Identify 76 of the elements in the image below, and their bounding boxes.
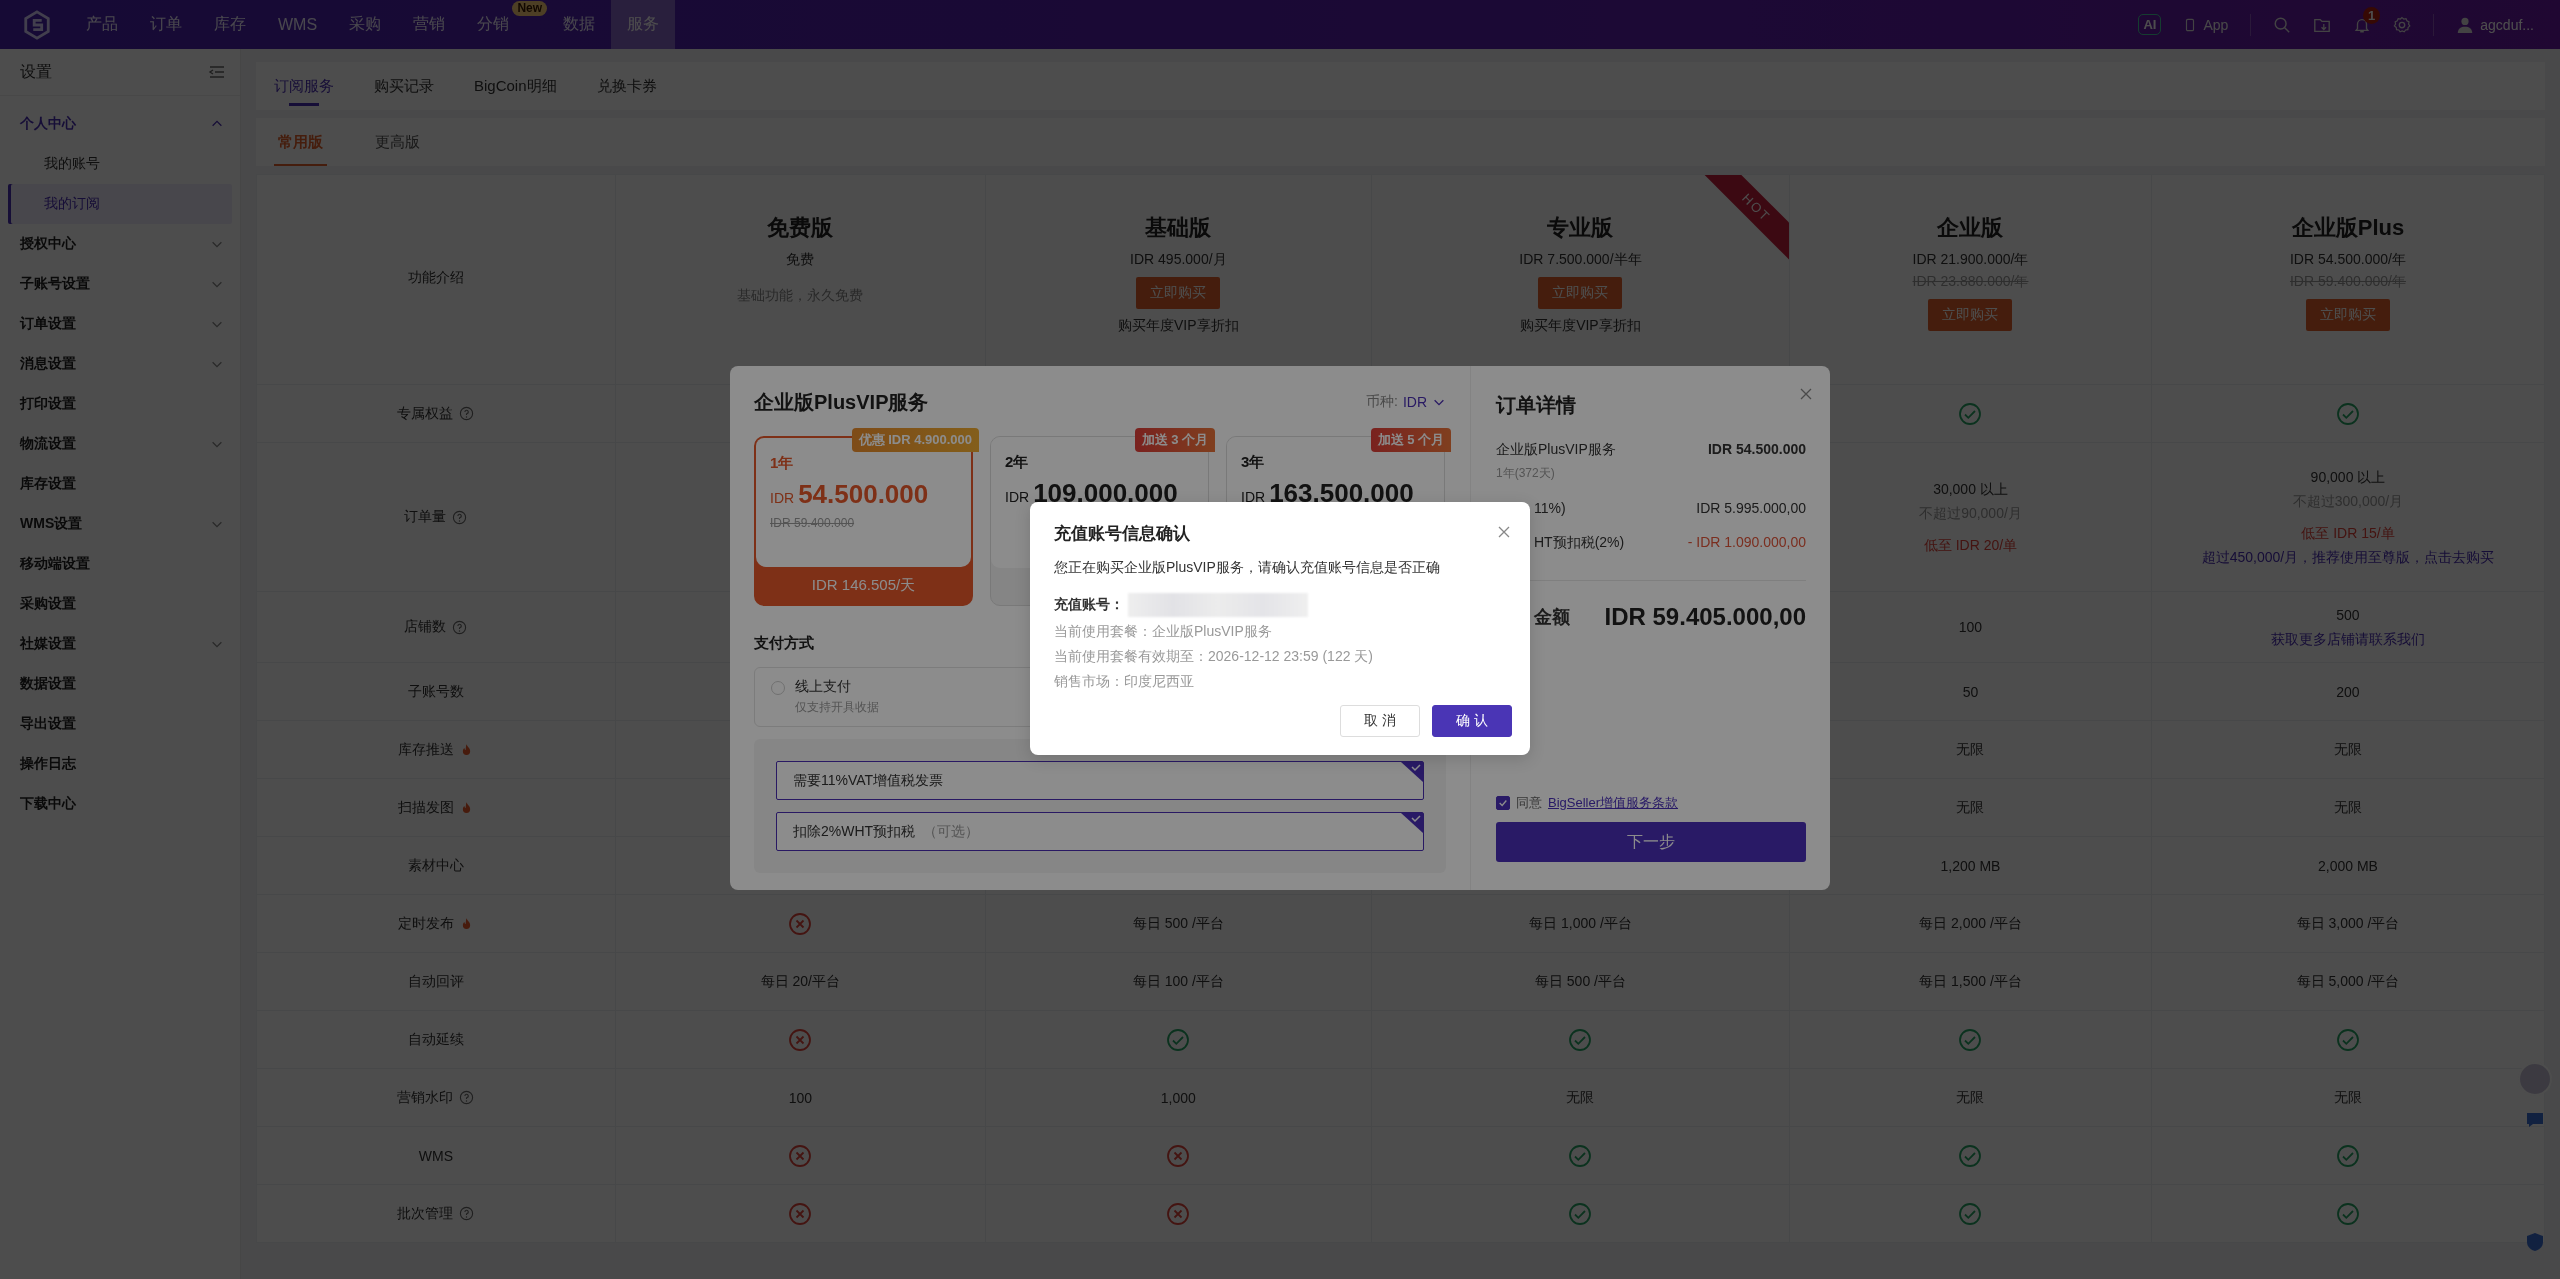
- plan-name: 企业版Plus: [2291, 214, 2405, 242]
- line-label: HT预扣税(2%): [1534, 534, 1625, 552]
- plan-price: IDR 109.000.000: [1005, 478, 1179, 509]
- row-label: 扫描发图: [398, 798, 455, 817]
- row-label: 批次管理: [397, 1204, 454, 1223]
- detail-text: 当前使用套餐有效期至：2026-12-12 23:59 (122 天): [1054, 647, 1374, 666]
- promo-tag: 加送 3 个月: [1134, 428, 1215, 452]
- plan-price: IDR 21.900.000/年: [1912, 251, 2029, 269]
- section-title: 支付方式: [754, 634, 815, 653]
- promo-tag: 加送 5 个月: [1370, 428, 1451, 452]
- plan-price: IDR 54.500.000/年: [2289, 251, 2406, 269]
- cell-value: 100: [1958, 619, 1983, 635]
- old-price: IDR 59.400.000: [770, 516, 856, 530]
- plan-name: 专业版: [1547, 214, 1614, 242]
- plan-price: IDR 7.500.000/半年: [1519, 251, 1642, 269]
- total-label: 金额: [1534, 606, 1570, 629]
- cell-value: 每日 2,000 /平台: [1919, 914, 2022, 933]
- line-label: 企业版PlusVIP服务: [1496, 441, 1616, 459]
- cell-value: 2,000 MB: [2318, 857, 2378, 874]
- plan-name: 免费版: [767, 214, 834, 242]
- cell-value: 每日 1,000 /平台: [1529, 914, 1632, 933]
- plan-price: 免费: [786, 251, 815, 269]
- cell-value: 每日 1,500 /平台: [1919, 972, 2022, 991]
- cell-value: 1,200 MB: [1940, 857, 2001, 874]
- row-label: 自动延续: [407, 1030, 464, 1049]
- cell-value: 每日 20/平台: [760, 972, 840, 991]
- detail-text: 当前使用套餐：企业版PlusVIP服务: [1054, 622, 1273, 641]
- plan-term: 3年: [1241, 453, 1266, 472]
- row-label: 定时发布: [398, 914, 455, 933]
- option-label: 线上支付: [795, 678, 852, 696]
- row-label: 功能介绍: [407, 268, 464, 287]
- new-badge: New: [512, 1, 548, 16]
- daily-price: IDR 146.505/天: [811, 576, 916, 595]
- cell-value: 每日 500 /平台: [1132, 914, 1224, 933]
- agree-label: 同意: [1516, 794, 1542, 812]
- plan-price: IDR 163.500.000: [1241, 478, 1415, 509]
- sidebar-title: 设置: [20, 61, 52, 82]
- cell-value: 500: [2336, 606, 2360, 625]
- dialog-title: 充值账号信息确认: [1054, 523, 1190, 545]
- row-label: 子账号数: [407, 682, 464, 701]
- panel-title: 订单详情: [1496, 393, 1577, 418]
- cell-value: 每日 5,000 /平台: [2296, 972, 2400, 991]
- row-label: 专属权益: [397, 404, 454, 423]
- cell-value: 每日 100 /平台: [1132, 972, 1224, 991]
- line-label: 11%): [1534, 500, 1566, 516]
- cell-value: 低至 IDR 20/单: [1923, 536, 2018, 555]
- line-amount: IDR 5.995.000,00: [1696, 500, 1806, 516]
- cell-value: 50: [1962, 683, 1979, 700]
- plan-price: IDR 495.000/月: [1130, 251, 1227, 269]
- cell-value: 200: [2336, 683, 2360, 700]
- row-label: WMS: [418, 1147, 454, 1164]
- cell-value: 1,000: [1160, 1089, 1196, 1106]
- row-label: 店铺数: [404, 618, 447, 636]
- dialog-message: 您正在购买企业版PlusVIP服务，请确认充值账号信息是否正确: [1054, 559, 1441, 577]
- row-label: 库存推送: [398, 740, 455, 759]
- plan-name: 基础版: [1145, 214, 1212, 242]
- cell-value: 100: [788, 1089, 812, 1106]
- plan-name: 企业版: [1937, 214, 2004, 242]
- modal-title: 企业版PlusVIP服务: [754, 389, 929, 415]
- plan-note: 购买年度VIP享折扣: [1118, 317, 1239, 335]
- cell-value: 低至 IDR 15/单: [2301, 524, 2395, 543]
- total-amount: IDR 59.405.000,00: [1604, 603, 1806, 631]
- row-label: 订单量: [404, 508, 447, 526]
- row-label: 素材中心: [407, 856, 464, 875]
- notification-badge: 1: [2363, 6, 2381, 24]
- line-amount: - IDR 1.090.000,00: [1687, 534, 1806, 550]
- cell-value: 每日 500 /平台: [1534, 972, 1626, 991]
- row-label: 营销水印: [397, 1088, 454, 1107]
- plan-term: 2年: [1005, 453, 1030, 472]
- promo-tag: 优惠 IDR 4.900.000: [851, 428, 979, 452]
- plan-term: 1年: [770, 454, 795, 473]
- plan-price: IDR 54.500.000: [770, 479, 930, 510]
- cell-value: 每日 3,000 /平台: [2296, 914, 2400, 933]
- plan-note: 购买年度VIP享折扣: [1520, 317, 1641, 335]
- field-label: 充值账号：: [1054, 596, 1124, 614]
- line-amount: IDR 54.500.000: [1707, 441, 1806, 457]
